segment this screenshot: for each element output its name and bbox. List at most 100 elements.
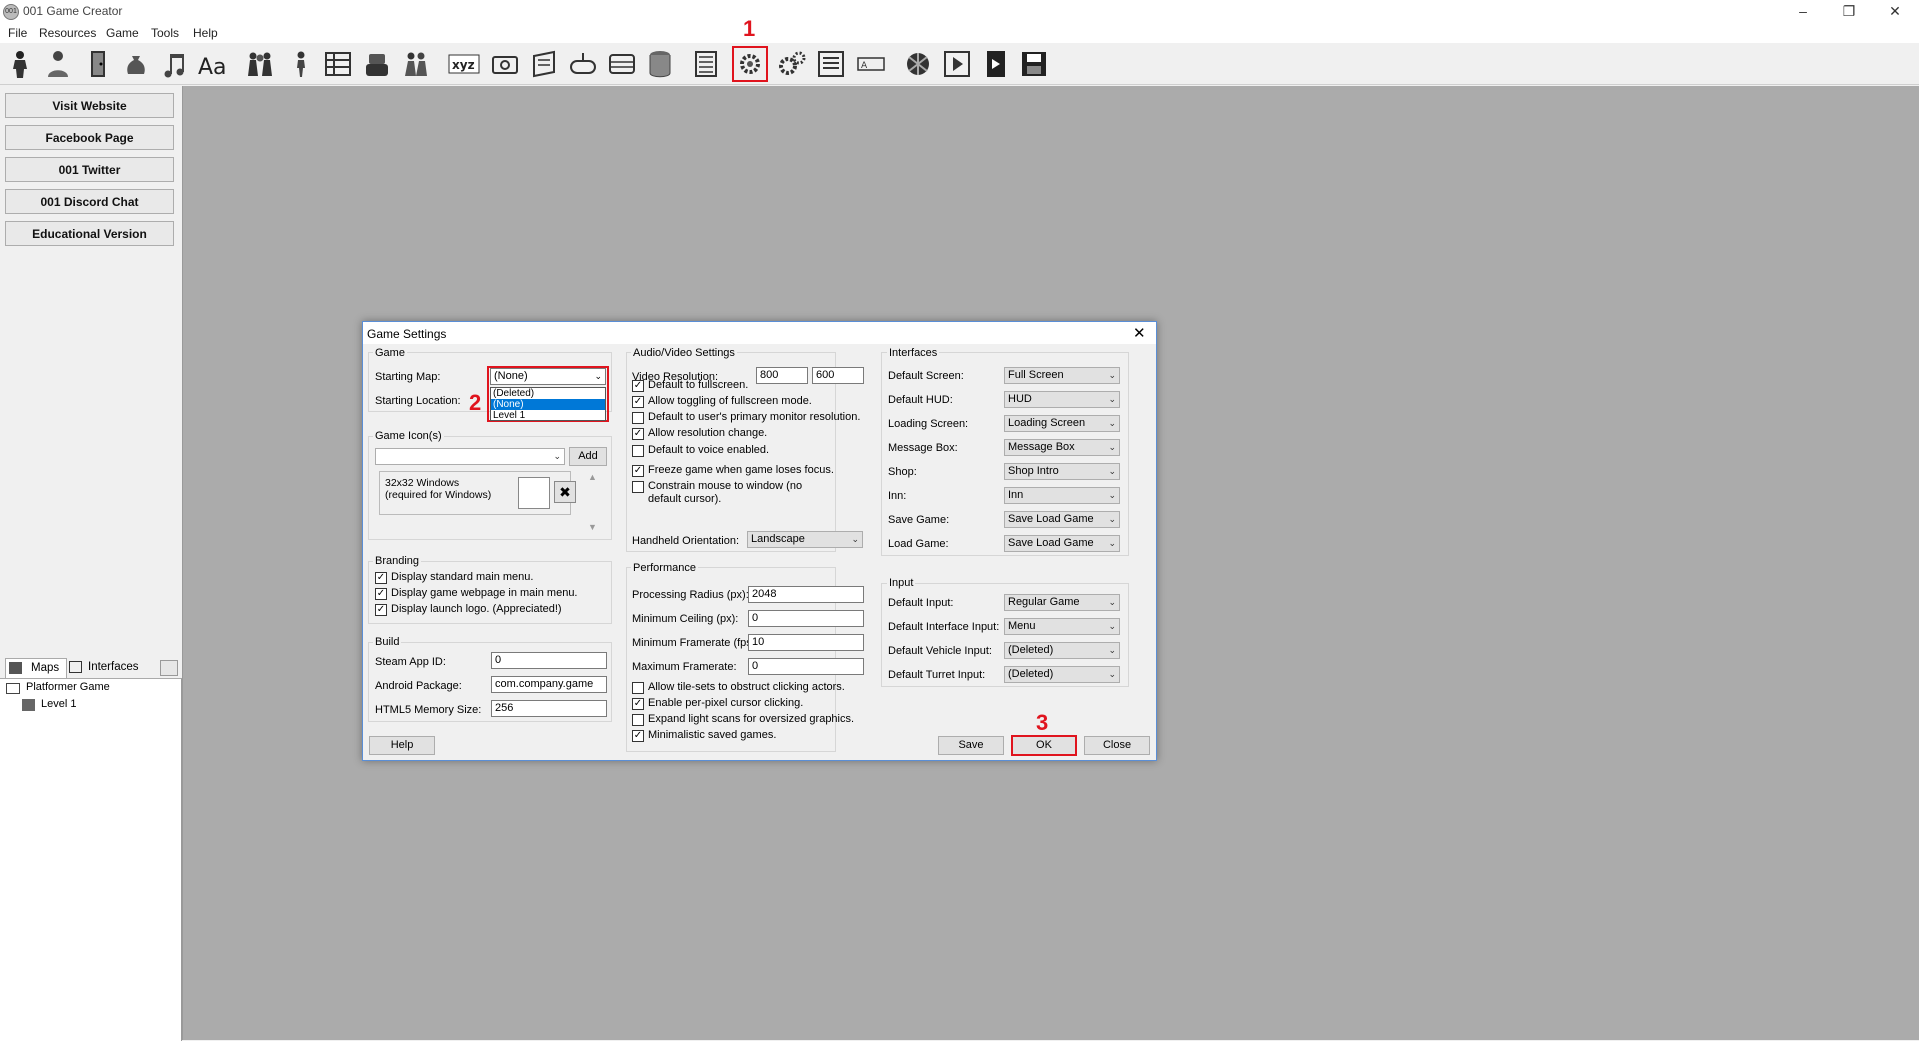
checkbox[interactable]	[632, 445, 644, 457]
save-disk-icon[interactable]	[1018, 48, 1050, 80]
resolution-width-input[interactable]: 800	[756, 367, 808, 384]
interface-dropdown[interactable]: Message Box ⌄	[1004, 439, 1120, 456]
camera-icon[interactable]	[489, 48, 521, 80]
film-icon[interactable]	[980, 48, 1012, 80]
starting-map-dropdown[interactable]: (None) ⌄	[490, 368, 606, 385]
perf-field-label: Minimum Ceiling (px):	[632, 613, 739, 625]
discord-chat-button[interactable]: 001 Discord Chat	[5, 189, 174, 214]
checkbox[interactable]: ✓	[632, 396, 644, 408]
checkbox[interactable]: ✓	[375, 572, 387, 584]
actor-icon[interactable]	[4, 48, 36, 80]
interface-dropdown[interactable]: Loading Screen ⌄	[1004, 415, 1120, 432]
resolution-height-input[interactable]: 600	[812, 367, 864, 384]
font-icon[interactable]: Aa	[197, 48, 229, 80]
tab-interfaces[interactable]: Interfaces	[66, 658, 144, 677]
option-deleted[interactable]: (Deleted)	[491, 388, 605, 399]
visit-website-button[interactable]: Visit Website	[5, 93, 174, 118]
xyz-variable-icon[interactable]: xyz	[448, 48, 480, 80]
perf-field-input[interactable]: 0	[748, 658, 864, 675]
input-dropdown[interactable]: (Deleted) ⌄	[1004, 666, 1120, 683]
checkbox[interactable]: ✓	[632, 465, 644, 477]
checkbox[interactable]: ✓	[375, 588, 387, 600]
twitter-button[interactable]: 001 Twitter	[5, 157, 174, 182]
perf-field-input[interactable]: 10	[748, 634, 864, 651]
interface-dropdown[interactable]: Full Screen ⌄	[1004, 367, 1120, 384]
option-level-1[interactable]: Level 1	[491, 410, 605, 421]
add-icon-button[interactable]: Add	[569, 447, 607, 466]
checkbox[interactable]: ✓	[632, 380, 644, 392]
interface-dropdown[interactable]: Inn ⌄	[1004, 487, 1120, 504]
menu-help[interactable]: Help	[193, 26, 218, 40]
tree-root-label[interactable]: Platformer Game	[26, 681, 110, 693]
steam-app-id-input[interactable]: 0	[491, 652, 607, 669]
gear-settings-icon[interactable]	[732, 46, 768, 82]
list-grid-icon[interactable]	[322, 48, 354, 80]
music-icon[interactable]	[159, 48, 191, 80]
menu-file[interactable]: File	[8, 26, 27, 40]
input-dropdown[interactable]: Regular Game ⌄	[1004, 594, 1120, 611]
help-button[interactable]: Help	[369, 736, 435, 755]
save-button[interactable]: Save	[938, 736, 1004, 755]
party-icon[interactable]	[400, 48, 432, 80]
dialog-close-icon[interactable]: ✕	[1133, 324, 1146, 342]
list-icon[interactable]	[690, 48, 722, 80]
door-icon[interactable]	[82, 48, 114, 80]
close-icon[interactable]: ✕	[1872, 0, 1918, 24]
html5-memory-input[interactable]: 256	[491, 700, 607, 717]
character-icon[interactable]	[285, 48, 317, 80]
option-none[interactable]: (None)	[491, 399, 605, 410]
tree-level-label[interactable]: Level 1	[41, 698, 76, 710]
interface-dropdown[interactable]: Shop Intro ⌄	[1004, 463, 1120, 480]
perf-field-input[interactable]: 2048	[748, 586, 864, 603]
checkbox[interactable]	[632, 682, 644, 694]
script-icon[interactable]	[528, 48, 560, 80]
checkbox[interactable]: ✓	[632, 730, 644, 742]
checkbox[interactable]	[632, 412, 644, 424]
input-dropdown[interactable]: (Deleted) ⌄	[1004, 642, 1120, 659]
branding-option-label: Display standard main menu.	[391, 571, 534, 583]
checkbox[interactable]: ✓	[375, 604, 387, 616]
database-icon[interactable]	[644, 48, 676, 80]
scroll-down-icon[interactable]: ▼	[588, 522, 597, 532]
player-icon[interactable]	[42, 48, 74, 80]
item-bag-icon[interactable]	[120, 48, 152, 80]
checkbox[interactable]: ✓	[632, 428, 644, 440]
close-button[interactable]: Close	[1084, 736, 1150, 755]
group-icon[interactable]	[244, 48, 276, 80]
checkbox[interactable]	[632, 481, 644, 493]
starting-location-label: Starting Location:	[375, 395, 461, 407]
tab-maps[interactable]: Maps	[5, 658, 67, 678]
ok-button[interactable]: OK	[1011, 735, 1077, 756]
label-box-icon[interactable]: A	[855, 48, 887, 80]
menu-tools[interactable]: Tools	[151, 26, 179, 40]
scroll-up-icon[interactable]: ▲	[588, 472, 597, 482]
android-package-input[interactable]: com.company.game	[491, 676, 607, 693]
remove-icon[interactable]: ✖	[554, 481, 576, 503]
perf-field-input[interactable]: 0	[748, 610, 864, 627]
gears-icon[interactable]	[776, 48, 808, 80]
robot-icon[interactable]	[361, 48, 393, 80]
restore-icon[interactable]: ❐	[1826, 0, 1872, 24]
icon-size-dropdown[interactable]: ⌄	[375, 448, 565, 465]
globe-icon[interactable]	[902, 48, 934, 80]
menu-game[interactable]: Game	[106, 26, 139, 40]
interface-dropdown[interactable]: HUD ⌄	[1004, 391, 1120, 408]
interface-dropdown[interactable]: Save Load Game ⌄	[1004, 511, 1120, 528]
text-list-icon[interactable]	[815, 48, 847, 80]
icon-preview[interactable]	[518, 477, 550, 509]
minimize-icon[interactable]: –	[1780, 0, 1826, 24]
interface-row-label: Save Game:	[888, 514, 950, 526]
menu-resources[interactable]: Resources	[39, 26, 96, 40]
av-option-label: Default to voice enabled.	[648, 444, 770, 456]
interface-dropdown[interactable]: Save Load Game ⌄	[1004, 535, 1120, 552]
input-dropdown[interactable]: Menu ⌄	[1004, 618, 1120, 635]
facebook-page-button[interactable]: Facebook Page	[5, 125, 174, 150]
database-table-icon[interactable]	[606, 48, 638, 80]
checkbox[interactable]	[632, 714, 644, 726]
gamepad-icon[interactable]	[567, 48, 599, 80]
educational-version-button[interactable]: Educational Version	[5, 221, 174, 246]
new-map-icon[interactable]	[160, 660, 178, 676]
checkbox[interactable]: ✓	[632, 698, 644, 710]
orientation-dropdown[interactable]: Landscape ⌄	[747, 531, 863, 548]
play-video-icon[interactable]	[941, 48, 973, 80]
